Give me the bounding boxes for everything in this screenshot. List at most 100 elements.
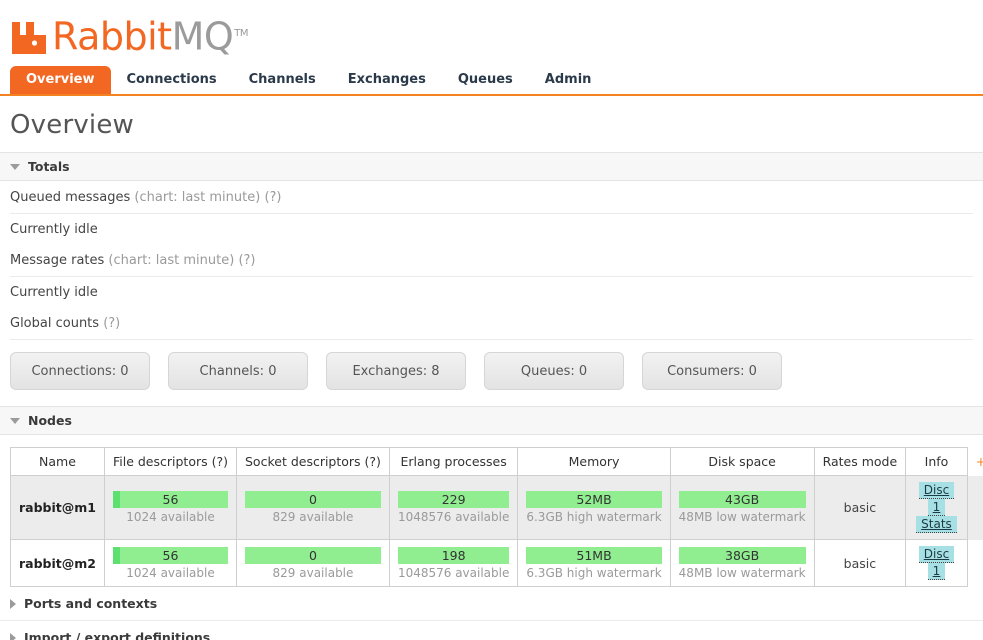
metric-disk-space: 43GB 48MB low watermark — [669, 475, 815, 540]
node-name[interactable]: rabbit@m1 — [10, 475, 105, 540]
totals-row: Global counts (?) — [10, 307, 973, 340]
column-header-name[interactable]: Name — [10, 447, 105, 476]
section-header-ports-and-contexts[interactable]: Ports and contexts — [0, 587, 983, 621]
metric-subtext: 48MB low watermark — [678, 565, 806, 580]
totals-row: Message rates (chart: last minute) (?) — [10, 244, 973, 277]
rates-mode: basic — [813, 539, 907, 587]
tab-admin[interactable]: Admin — [529, 66, 608, 94]
section-label-totals: Totals — [28, 159, 70, 174]
metric-subtext: 829 available — [272, 510, 354, 524]
node-info: Disc1 — [905, 539, 968, 587]
metric-bar: 56 — [112, 546, 228, 564]
metric-subtext: 1048576 available — [397, 510, 510, 524]
counter-button[interactable]: Exchanges: 8 — [326, 352, 466, 390]
table-header-row: Name File descriptors (?) Socket descripto… — [10, 447, 983, 476]
page-title: Overview — [10, 110, 135, 140]
nodes-table-body: rabbit@m1 56 1024 available 0 829 available 2… — [10, 475, 983, 587]
tab-queues[interactable]: Queues — [442, 66, 529, 94]
nodes-table: Name File descriptors (?) Socket descripto… — [10, 447, 983, 587]
section-header-nodes[interactable]: Nodes — [0, 406, 983, 435]
metric-bar: 43GB — [678, 491, 806, 508]
totals-row: Currently idle — [10, 214, 973, 244]
totals-row-label: Global counts — [10, 316, 100, 331]
chevron-right-icon — [10, 598, 16, 609]
info-badge[interactable]: Stats — [916, 516, 957, 533]
column-header-disk-space[interactable]: Disk space — [669, 447, 815, 476]
metric-value: 0 — [308, 547, 317, 563]
logo-text-mq: MQ — [171, 15, 234, 59]
totals-row-label: Currently idle — [10, 285, 98, 300]
section-label: Import / export definitions — [24, 630, 211, 640]
column-header-memory[interactable]: Memory — [517, 447, 671, 476]
metric-subtext: 6.3GB high watermark — [526, 510, 662, 524]
column-header-file-descriptors[interactable]: File descriptors (?) — [103, 447, 238, 476]
metric-bar: 229 — [397, 491, 510, 508]
metric-erlang-processes: 198 1048576 available — [388, 539, 519, 587]
counter-button[interactable]: Channels: 0 — [168, 352, 308, 390]
metric-value: 0 — [308, 492, 317, 507]
column-header-erlang-processes[interactable]: Erlang processes — [388, 447, 519, 476]
row-spacer — [967, 540, 983, 587]
section-header-import-export-definitions[interactable]: Import / export definitions — [0, 621, 983, 640]
metric-bar: 51MB — [526, 546, 662, 564]
metric-value: 43GB — [725, 492, 760, 507]
metric-bar: 0 — [245, 546, 381, 564]
tab-connections[interactable]: Connections — [111, 66, 233, 94]
node-name[interactable]: rabbit@m2 — [10, 539, 105, 587]
info-badge[interactable]: 1 — [927, 499, 946, 516]
global-counts-buttons: Connections: 0 Channels: 0 Exchanges: 8 Que… — [0, 340, 983, 406]
metric-subtext: 1024 available — [126, 565, 215, 580]
section-header-totals[interactable]: Totals — [0, 152, 983, 181]
metric-value: 56 — [162, 547, 179, 563]
totals-row-note[interactable]: (chart: last minute) (?) — [104, 253, 255, 268]
metric-value: 52MB — [576, 492, 612, 507]
metric-socket-descriptors: 0 829 available — [236, 475, 390, 540]
node-info: Disc1Stats — [905, 475, 968, 540]
chevron-down-icon — [10, 163, 20, 170]
totals-row-label: Currently idle — [10, 222, 98, 237]
counter-button[interactable]: Connections: 0 — [10, 352, 150, 390]
rates-mode: basic — [813, 475, 907, 540]
totals-row-note[interactable]: (?) — [99, 316, 120, 331]
tab-overview[interactable]: Overview — [10, 66, 111, 94]
counter-button[interactable]: Consumers: 0 — [642, 352, 782, 390]
metric-bar: 56 — [112, 491, 228, 508]
collapsed-sections: Ports and contexts Import / export defini… — [0, 587, 983, 640]
metric-value: 51MB — [576, 547, 612, 563]
metric-file-descriptors: 56 1024 available — [103, 539, 238, 587]
nodes-table-wrap: Name File descriptors (?) Socket descripto… — [0, 435, 983, 587]
metric-subtext: 48MB low watermark — [678, 510, 806, 524]
metric-bar: 38GB — [678, 546, 806, 564]
chevron-right-icon — [10, 632, 16, 640]
tab-exchanges[interactable]: Exchanges — [332, 66, 442, 94]
metric-bar: 52MB — [526, 491, 662, 508]
metric-subtext: 1048576 available — [397, 565, 510, 580]
counter-button[interactable]: Queues: 0 — [484, 352, 624, 390]
table-row: rabbit@m1 56 1024 available 0 829 available 2… — [10, 475, 983, 540]
totals-row-label: Message rates — [10, 253, 105, 268]
metric-value: 229 — [441, 492, 466, 507]
column-header-rates-mode[interactable]: Rates mode — [813, 447, 907, 476]
row-spacer — [967, 475, 983, 540]
rabbitmq-management-page: RabbitMQTM Overview Connections Channels Ex… — [0, 0, 983, 640]
info-badge[interactable]: Disc — [918, 482, 955, 499]
nodes-table-head: Name File descriptors (?) Socket descripto… — [10, 447, 983, 476]
logo-trademark: TM — [234, 28, 249, 40]
metric-subtext: 829 available — [272, 565, 354, 580]
totals-row: Currently idle — [10, 277, 973, 307]
totals-row-note[interactable]: (chart: last minute) (?) — [130, 190, 281, 205]
column-header-socket-descriptors[interactable]: Socket descriptors (?) — [236, 447, 390, 476]
info-badge[interactable]: 1 — [927, 563, 946, 580]
column-toggle-plus-minus[interactable]: +/- — [967, 447, 983, 476]
chevron-down-icon — [10, 417, 20, 424]
column-header-info[interactable]: Info — [905, 447, 968, 476]
totals-row: Queued messages (chart: last minute) (?) — [10, 181, 973, 214]
metric-file-descriptors: 56 1024 available — [103, 475, 238, 540]
metric-socket-descriptors: 0 829 available — [236, 539, 390, 587]
tab-channels[interactable]: Channels — [233, 66, 332, 94]
info-badge[interactable]: Disc — [918, 546, 955, 563]
metric-memory: 51MB 6.3GB high watermark — [517, 539, 671, 587]
metric-value: 38GB — [725, 547, 760, 563]
section-label-nodes: Nodes — [28, 413, 72, 428]
metric-value: 198 — [441, 547, 466, 563]
